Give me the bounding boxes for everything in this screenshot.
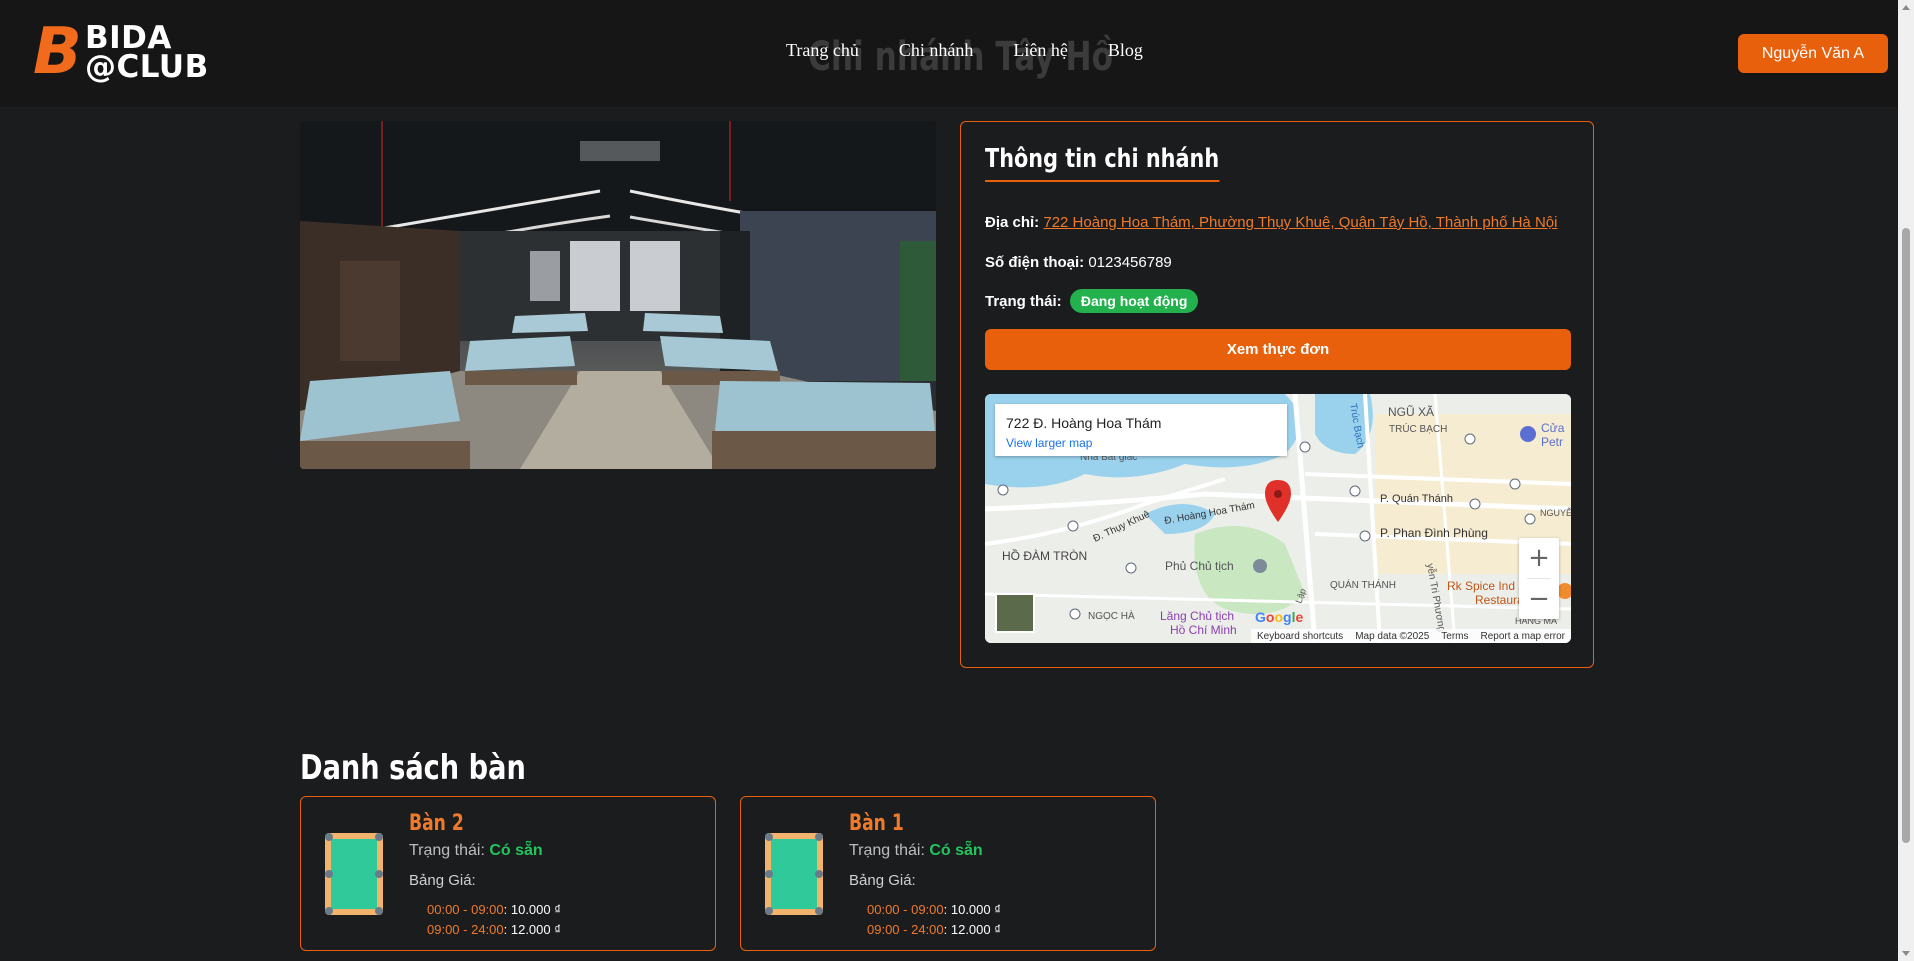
price-time-range: 09:00 - 24:00: [867, 922, 944, 937]
logo-text-line2: @CLUB: [85, 49, 209, 85]
nav-link-blog[interactable]: Blog: [1108, 40, 1143, 61]
branch-photo: [300, 121, 936, 469]
price-row: 00:00 - 09:00: 10.000 ₫: [867, 902, 1001, 917]
svg-text:Restaura: Restaura: [1475, 593, 1524, 607]
svg-text:HỒ ĐÀM TRÒN: HỒ ĐÀM TRÒN: [1002, 548, 1087, 563]
price-value: 12.000 ₫: [510, 922, 561, 937]
svg-text:Phủ Chủ tịch: Phủ Chủ tịch: [1165, 559, 1234, 573]
main-nav: Trang chủ Chi nhánh Liên hệ Blog: [786, 40, 1183, 61]
status-badge: Đang hoạt động: [1069, 289, 1199, 313]
branch-info-card: Thông tin chi nhánh Địa chỉ: 722 Hoàng H…: [960, 121, 1594, 668]
user-account-button[interactable]: Nguyễn Văn A: [1738, 34, 1888, 73]
pool-table-icon: [325, 833, 383, 915]
map-zoom-control: + −: [1519, 538, 1559, 619]
top-navbar: B BIDA @CLUB Chi nhánh Tây Hồ Trang chủ …: [0, 0, 1898, 107]
billiard-hall-illustration: [300, 121, 936, 469]
table-status-label: Trạng thái:: [409, 842, 485, 859]
map-place-name: 722 Đ. Hoàng Hoa Thám: [1006, 415, 1162, 431]
scroll-up-icon[interactable]: [1902, 5, 1910, 10]
price-time-range: 00:00 - 09:00: [427, 902, 504, 917]
google-logo: Google: [1255, 609, 1304, 625]
logo-mark: B: [33, 15, 82, 89]
map-place-card: 722 Đ. Hoàng Hoa Thám View larger map: [995, 404, 1287, 456]
price-list-label: Bảng Giá:: [849, 872, 916, 889]
map-footer: Keyboard shortcuts Map data ©2025 Terms …: [1251, 629, 1571, 643]
table-status: Trạng thái: Có sẵn: [409, 842, 543, 860]
pool-table-icon: [765, 833, 823, 915]
table-status-label: Trạng thái:: [849, 842, 925, 859]
price-value: 10.000 ₫: [950, 902, 1001, 917]
price-list-label: Bảng Giá:: [409, 872, 476, 889]
svg-text:Lăng Chủ tịch: Lăng Chủ tịch: [1160, 609, 1234, 623]
scroll-down-icon[interactable]: [1902, 951, 1910, 956]
svg-text:P. Phan Đình Phùng: P. Phan Đình Phùng: [1380, 526, 1488, 540]
address-label: Địa chỉ:: [985, 214, 1040, 231]
scrollbar-thumb[interactable]: [1902, 228, 1910, 843]
map-data-text: Map data ©2025: [1355, 630, 1430, 642]
price-value: 10.000 ₫: [510, 902, 561, 917]
price-time-range: 00:00 - 09:00: [867, 902, 944, 917]
brand-logo[interactable]: B BIDA @CLUB: [33, 15, 208, 89]
branch-info-title: Thông tin chi nhánh: [985, 144, 1220, 182]
terms-link[interactable]: Terms: [1441, 631, 1468, 642]
table-name: Bàn 1: [849, 811, 904, 836]
svg-text:Rk Spice Ind: Rk Spice Ind: [1447, 579, 1515, 593]
nav-link-home[interactable]: Trang chủ: [786, 40, 859, 61]
satellite-toggle[interactable]: [995, 593, 1035, 633]
svg-text:NGUYỄ: NGUYỄ: [1540, 507, 1571, 518]
table-status-value: Có sẵn: [929, 842, 983, 859]
zoom-out-button[interactable]: −: [1519, 579, 1559, 619]
phone-row: Số điện thoại: 0123456789: [985, 254, 1172, 271]
svg-text:Cửa: Cửa: [1541, 421, 1565, 435]
status-label: Trạng thái:: [985, 293, 1062, 310]
view-menu-button[interactable]: Xem thực đơn: [985, 329, 1571, 370]
zoom-in-button[interactable]: +: [1519, 538, 1559, 578]
price-value: 12.000 ₫: [950, 922, 1001, 937]
phone-label: Số điện thoại:: [985, 254, 1085, 271]
table-status-value: Có sẵn: [489, 842, 543, 859]
svg-text:QUÁN THÁNH: QUÁN THÁNH: [1330, 578, 1396, 591]
table-card[interactable]: Bàn 1 Trạng thái: Có sẵn Bảng Giá: 00:00…: [740, 796, 1156, 951]
price-time-range: 09:00 - 24:00: [427, 922, 504, 937]
phone-value: 0123456789: [1088, 254, 1172, 271]
embedded-map[interactable]: NGŨ XÃ TRÚC BẠCH Trúc Bạch P. Quán Thánh…: [985, 394, 1571, 643]
address-row: Địa chỉ: 722 Hoàng Hoa Thám, Phường Thụy…: [985, 214, 1557, 231]
svg-text:Hồ Chí Minh: Hồ Chí Minh: [1170, 623, 1237, 637]
report-map-error-link[interactable]: Report a map error: [1481, 631, 1565, 642]
nav-link-contact[interactable]: Liên hệ: [1013, 40, 1067, 61]
price-row: 09:00 - 24:00: 12.000 ₫: [867, 922, 1001, 937]
table-status: Trạng thái: Có sẵn: [849, 842, 983, 860]
svg-text:P. Quán Thánh: P. Quán Thánh: [1380, 493, 1453, 505]
nav-link-branches[interactable]: Chi nhánh: [899, 40, 974, 61]
price-row: 00:00 - 09:00: 10.000 ₫: [427, 902, 561, 917]
table-card[interactable]: Bàn 2 Trạng thái: Có sẵn Bảng Giá: 00:00…: [300, 796, 716, 951]
page-scrollbar[interactable]: [1898, 0, 1914, 961]
table-name: Bàn 2: [409, 811, 464, 836]
status-row: Trạng thái: Đang hoạt động: [985, 289, 1199, 313]
svg-text:NGỌC HÀ: NGỌC HÀ: [1088, 609, 1135, 622]
svg-text:NGŨ XÃ: NGŨ XÃ: [1388, 404, 1434, 419]
address-link[interactable]: 722 Hoàng Hoa Thám, Phường Thụy Khuê, Qu…: [1043, 214, 1557, 231]
table-list-title: Danh sách bàn: [300, 748, 526, 788]
svg-text:Petr: Petr: [1541, 435, 1563, 449]
price-row: 09:00 - 24:00: 12.000 ₫: [427, 922, 561, 937]
keyboard-shortcuts-link[interactable]: Keyboard shortcuts: [1257, 631, 1343, 642]
svg-text:TRÚC BẠCH: TRÚC BẠCH: [1389, 422, 1447, 435]
view-larger-map-link[interactable]: View larger map: [1006, 436, 1092, 450]
